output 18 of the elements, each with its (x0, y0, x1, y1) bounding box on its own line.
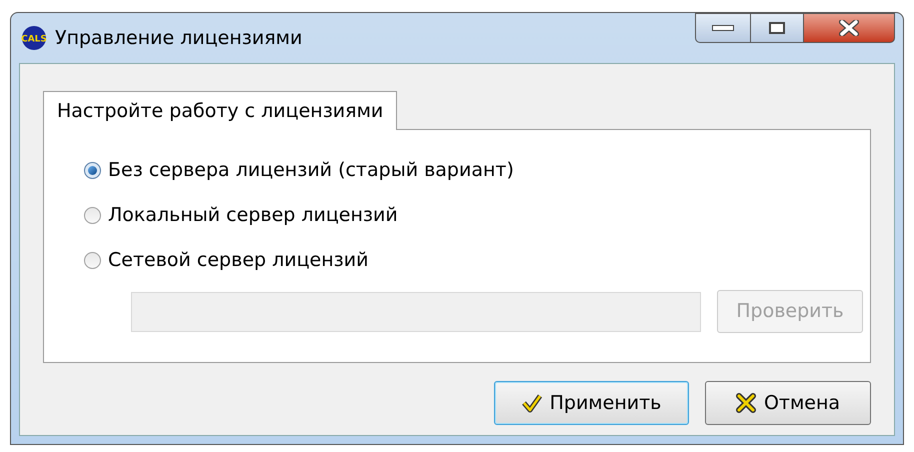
radio-label: Локальный сервер лицензий (108, 204, 398, 226)
tab[interactable]: Настройте работу с лицензиями (43, 91, 398, 130)
cross-icon (736, 393, 756, 413)
radio-label: Сетевой сервер лицензий (108, 249, 368, 271)
dialog-button[interactable]: Применить (494, 381, 689, 425)
close-button[interactable] (803, 13, 895, 43)
close-icon (838, 20, 860, 36)
radio-button[interactable] (84, 206, 101, 224)
window-title: Управление лицензиями (55, 26, 302, 51)
maximize-button[interactable] (751, 13, 803, 43)
minimize-icon (712, 25, 734, 31)
maximize-icon (769, 22, 785, 34)
dialog-button[interactable]: Отмена (705, 381, 871, 425)
checkmark-icon (522, 393, 542, 413)
minimize-button[interactable] (695, 13, 751, 43)
radio-button[interactable] (84, 252, 101, 268)
radio-button[interactable] (84, 162, 101, 178)
radio-label: Без сервера лицензий (старый вариант) (108, 159, 514, 181)
